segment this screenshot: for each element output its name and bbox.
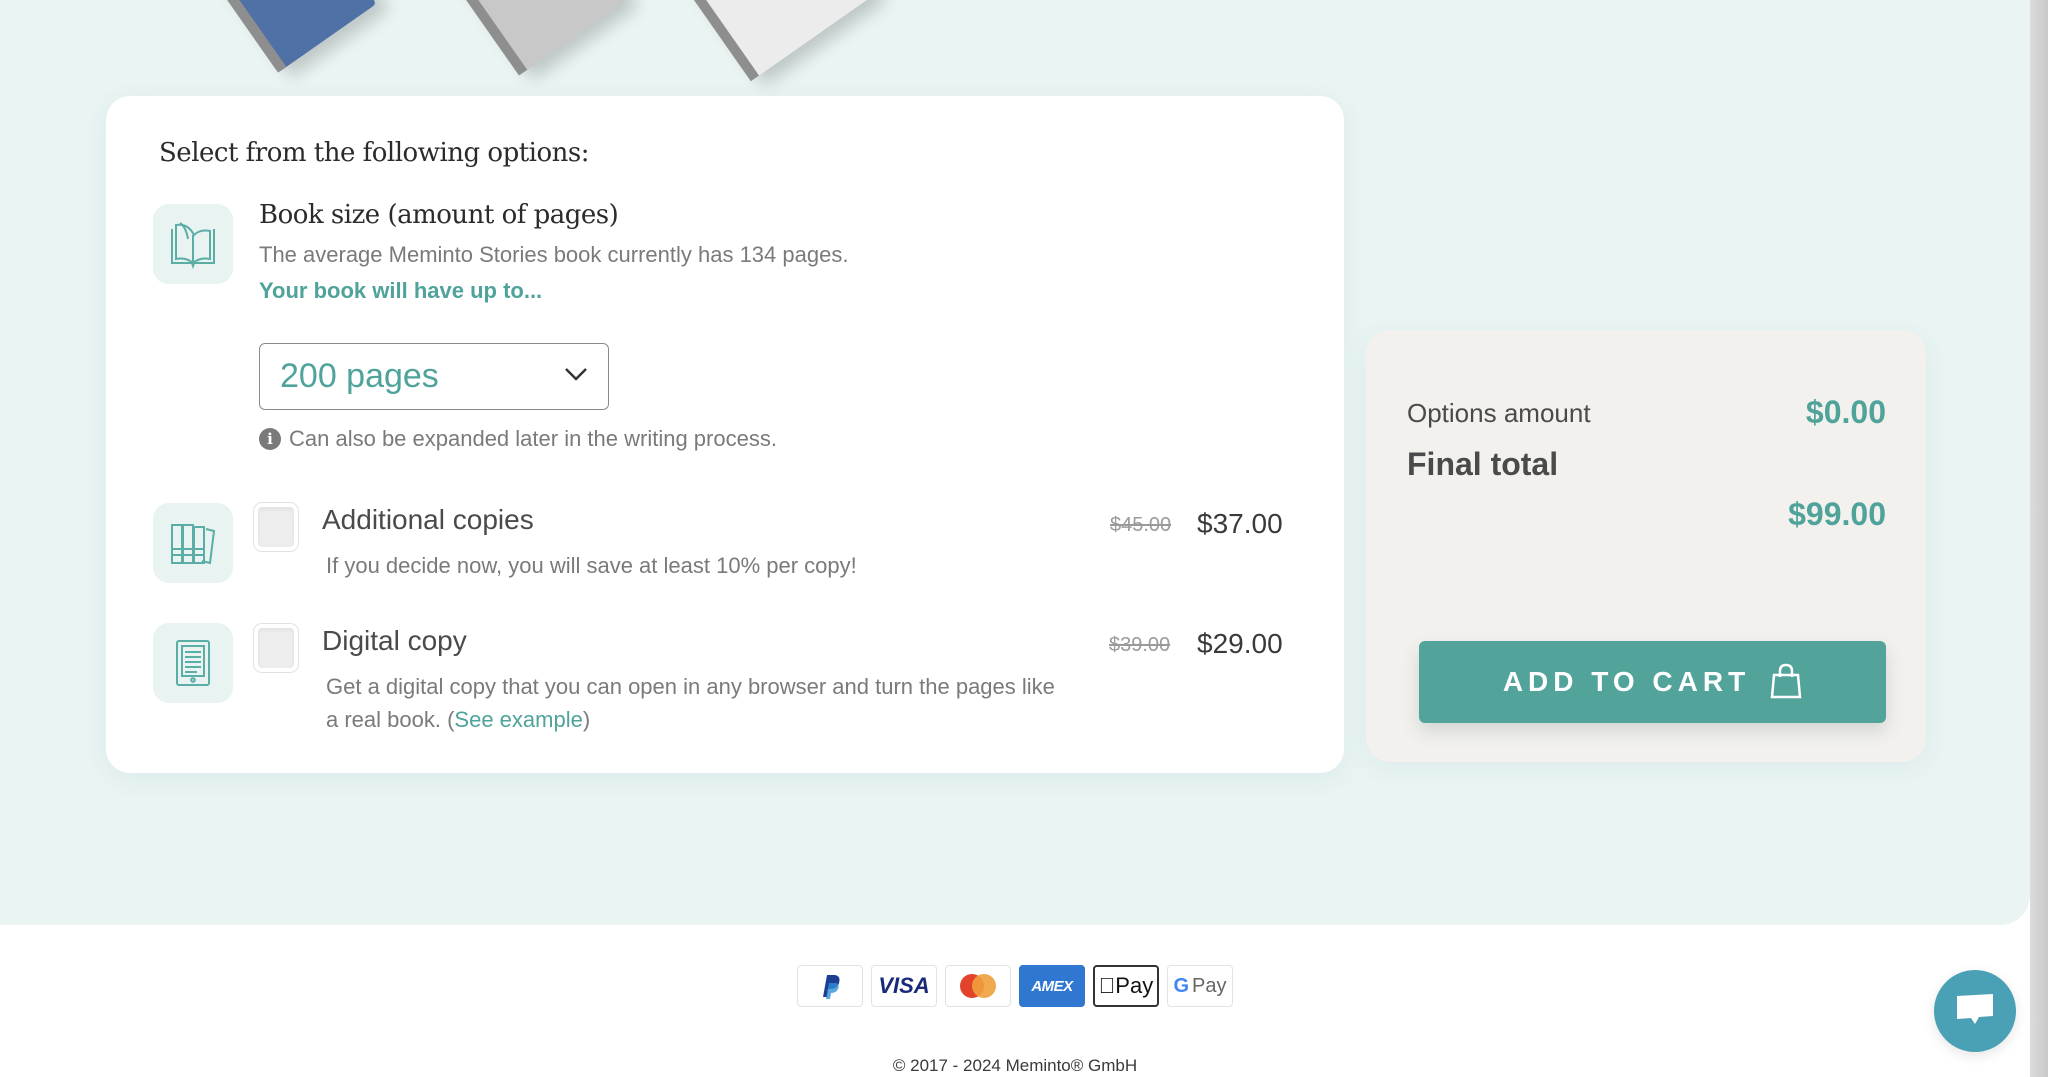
additional-copies-description: If you decide now, you will save at leas… [326,553,857,578]
add-to-cart-label: ADD TO CART [1502,666,1751,697]
page-count-select[interactable]: 200 pages [259,343,609,410]
copyright-text: © 2017 - 2024 Meminto® GmbH [892,1056,1138,1075]
chat-bubble-icon [1955,992,1995,1031]
chat-button[interactable] [1934,970,2016,1052]
digital-copy-description: Get a digital copy that you can open in … [326,670,1066,736]
digital-copy-checkbox[interactable] [254,624,298,672]
order-summary-card: Options amount $0.00 Final total $99.00 … [1366,330,1926,762]
ereader-icon [153,623,233,703]
google-pay-icon: G Pay [1167,965,1233,1007]
book-size-note-text: Can also be expanded later in the writin… [289,426,777,451]
mastercard-icon [945,965,1011,1007]
book-size-note: i Can also be expanded later in the writ… [259,426,777,452]
amex-icon: AMEX [1019,965,1085,1007]
final-total-label: Final total [1407,446,1559,482]
page-count-value: 200 pages [280,357,439,395]
digital-copy-old-price: $39.00 [1109,634,1171,656]
additional-copies-price: $37.00 [1197,508,1283,539]
chevron-down-icon [564,366,588,387]
additional-copies-checkbox[interactable] [254,503,298,551]
digital-copy-description-text: Get a digital copy that you can open in … [326,674,1055,732]
additional-copies-old-price: $45.00 [1110,514,1172,536]
paypal-icon [797,965,863,1007]
additional-copies-title: Additional copies [322,504,534,535]
add-to-cart-button[interactable]: ADD TO CART [1419,641,1886,723]
options-amount-label: Options amount [1407,398,1591,428]
options-amount-value: $0.00 [1805,394,1886,430]
shopping-bag-icon [1770,663,1802,702]
visa-icon: VISA [871,965,937,1007]
books-shelf-icon [153,503,233,583]
page-scrollbar[interactable] [2030,0,2048,1077]
book-size-description: The average Meminto Stories book current… [259,242,849,267]
book-size-prompt: Your book will have up to... [259,278,543,303]
digital-copy-price: $29.00 [1197,628,1283,659]
open-book-icon [153,204,233,284]
apple-pay-icon: Pay [1093,965,1159,1007]
options-title: Select from the following options: [159,138,590,168]
digital-copy-description-end: ) [582,707,591,732]
options-card: Select from the following options: Book … [106,96,1344,773]
see-example-link[interactable]: See example [454,707,582,732]
final-total-value: $99.00 [1788,496,1886,532]
book-size-heading: Book size (amount of pages) [259,200,619,230]
info-icon: i [259,428,281,450]
digital-copy-title: Digital copy [322,625,467,656]
payment-methods: VISA AMEX Pay GPay [797,965,1233,1007]
